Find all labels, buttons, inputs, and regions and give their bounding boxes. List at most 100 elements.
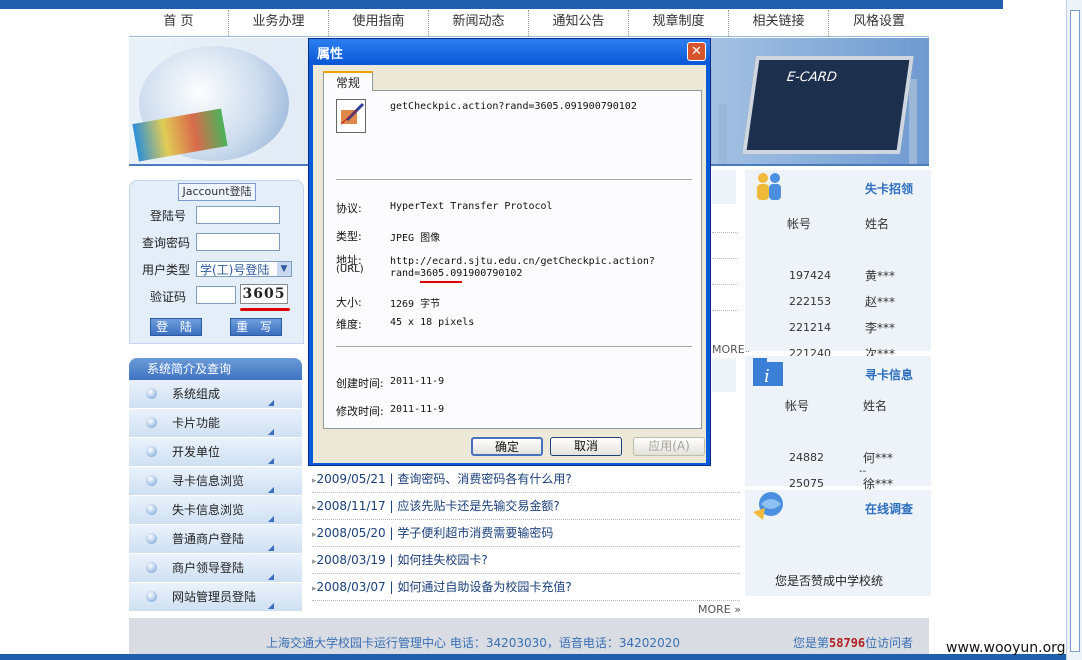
login-button[interactable]: 登 陆: [150, 318, 202, 336]
modified-label: 修改时间:: [336, 405, 384, 418]
list-item[interactable]: ▸2009/05/21 | 查询密码、消费密码各有什么用?: [312, 466, 740, 493]
separator: [336, 179, 692, 181]
news-title[interactable]: 如何挂失校园卡?: [397, 553, 487, 567]
nav-guide[interactable]: 使用指南: [329, 10, 429, 36]
more-indicator: --: [859, 466, 867, 477]
account-input[interactable]: [196, 206, 280, 224]
usertype-select[interactable]: 学(工)号登陆 ▼: [196, 261, 292, 277]
table-row[interactable]: 222153 赵***: [769, 288, 919, 314]
menu-item-label: 失卡信息浏览: [172, 503, 245, 517]
type-value: JPEG 图像: [390, 233, 441, 244]
nav-notices[interactable]: 通知公告: [529, 10, 629, 36]
main-nav: 首 页 业务办理 使用指南 新闻动态 通知公告 规章制度 相关链接 风格设置: [129, 10, 929, 37]
footer-contact: 上海交通大学校园卡运行管理中心 电话：34203030，语音电话：3420202…: [266, 636, 680, 650]
list-item[interactable]: ▸2008/05/20 | 学子便利超市消费需要输密码: [312, 520, 740, 547]
menu-item-label: 寻卡信息浏览: [172, 474, 245, 488]
menu-item[interactable]: 开发单位 ◢: [129, 438, 302, 467]
building-image: [909, 79, 917, 164]
nav-links[interactable]: 相关链接: [729, 10, 829, 36]
bullet-icon: [146, 417, 157, 428]
captcha-input[interactable]: [196, 286, 236, 304]
reset-button[interactable]: 重 写: [230, 318, 282, 336]
table-row[interactable]: 221214 李***: [769, 314, 919, 340]
size-label: 大小:: [336, 296, 362, 309]
scrollbar[interactable]: [1066, 0, 1082, 660]
panel-title: 在线调查: [864, 502, 913, 516]
nav-style[interactable]: 风格设置: [829, 10, 929, 36]
found-cards-panel: i 寻卡信息 帐号 姓名 24882 何*** 25075 徐*** --: [745, 356, 931, 491]
captcha-image[interactable]: 3605: [240, 284, 288, 304]
system-menu: 系统简介及查询 系统组成 ◢ 卡片功能 ◢ 开发单位 ◢ 寻卡信息浏览 ◢ 失卡信息浏览…: [129, 358, 302, 611]
bullet-icon: [146, 504, 157, 515]
bullet-icon: [146, 591, 157, 602]
menu-item[interactable]: 商户领导登陆 ◢: [129, 554, 302, 583]
close-button[interactable]: ✕: [687, 42, 706, 61]
menu-item[interactable]: 失卡信息浏览 ◢: [129, 496, 302, 525]
menu-item[interactable]: 网站管理员登陆 ◢: [129, 583, 302, 611]
dialog-titlebar[interactable]: 属性 ✕: [309, 39, 710, 64]
news-date: 2008/11/17: [316, 499, 386, 513]
menu-item-label: 系统组成: [172, 387, 221, 401]
menu-item[interactable]: 普通商户登陆 ◢: [129, 525, 302, 554]
news-date: 2008/03/19: [316, 553, 386, 567]
dims-label: 维度:: [336, 318, 362, 331]
more-link[interactable]: MORE »: [698, 603, 741, 616]
size-value: 1269 字节: [390, 299, 441, 310]
ok-button[interactable]: 确定: [471, 437, 543, 456]
col-header-account: 帐号: [787, 216, 812, 231]
created-label: 创建时间:: [336, 377, 384, 390]
menu-item-label: 商户领导登陆: [172, 561, 245, 575]
menu-item[interactable]: 卡片功能 ◢: [129, 409, 302, 438]
image-file-icon: [336, 99, 366, 133]
nav-news[interactable]: 新闻动态: [429, 10, 529, 36]
found-cards-table: 帐号 姓名 24882 何*** 25075 徐***: [769, 392, 919, 496]
dialog-title: 属性: [317, 47, 344, 62]
protocol-value: HyperText Transfer Protocol: [390, 201, 553, 212]
cancel-button[interactable]: 取消: [550, 437, 622, 456]
bullet-icon: [146, 533, 157, 544]
list-item[interactable]: ▸2008/03/07 | 如何通过自助设备为校园卡充值?: [312, 574, 740, 601]
people-icon: [757, 173, 781, 200]
address-line-2: rand=3605.091900790102: [390, 268, 523, 279]
visitor-counter: 您是第58796位访问者: [793, 636, 914, 650]
col-header-account: 帐号: [785, 398, 810, 413]
divider: [712, 232, 738, 233]
list-item[interactable]: ▸2008/03/19 | 如何挂失校园卡?: [312, 547, 740, 574]
menu-header: 系统简介及查询: [129, 358, 302, 380]
menu-item[interactable]: 系统组成 ◢: [129, 380, 302, 409]
divider: [712, 284, 738, 285]
news-title[interactable]: 查询密码、消费密码各有什么用?: [397, 472, 571, 486]
bullet-icon: [146, 446, 157, 457]
news-title[interactable]: 学子便利超市消费需要输密码: [397, 526, 553, 540]
apply-button[interactable]: 应用(A): [633, 437, 705, 456]
top-blue-bar: [0, 0, 1003, 9]
lost-cards-table: 帐号 姓名 197424 黄*** 222153 赵*** 221214 李*** 22…: [769, 210, 919, 366]
menu-item-label: 卡片功能: [172, 416, 221, 430]
address-url-label: (URL): [336, 264, 364, 275]
tab-general[interactable]: 常规: [323, 71, 373, 91]
footer: 上海交通大学校园卡运行管理中心 电话：34203030，语音电话：3420202…: [129, 618, 929, 654]
nav-business[interactable]: 业务办理: [229, 10, 329, 36]
nav-rules[interactable]: 规章制度: [629, 10, 729, 36]
news-list: ▸2009/05/21 | 查询密码、消费密码各有什么用? ▸2008/11/1…: [312, 466, 740, 606]
news-title[interactable]: 如何通过自助设备为校园卡充值?: [397, 580, 571, 594]
red-underline-mark: [240, 308, 290, 311]
panel-header: i 寻卡信息: [745, 356, 931, 392]
list-item[interactable]: ▸2008/11/17 | 应该先贴卡还是先输交易金额?: [312, 493, 740, 520]
watermark: www.wooyun.org: [946, 640, 1066, 656]
nav-home[interactable]: 首 页: [129, 10, 229, 36]
news-date: 2008/03/07: [316, 580, 386, 594]
table-row[interactable]: 24882 何***: [769, 444, 919, 470]
news-title[interactable]: 应该先贴卡还是先输交易金额?: [397, 499, 559, 513]
divider: [712, 258, 738, 259]
table-row[interactable]: 197424 黄***: [769, 262, 919, 288]
password-input[interactable]: [196, 233, 280, 251]
chevron-down-icon[interactable]: ▼: [277, 262, 291, 276]
news-date: 2008/05/20: [316, 526, 386, 540]
scrollbar-track[interactable]: [1070, 10, 1080, 652]
bullet-icon: [146, 475, 157, 486]
svg-text:i: i: [764, 366, 770, 387]
menu-item-label: 网站管理员登陆: [172, 590, 257, 604]
usertype-value: 学(工)号登陆: [200, 263, 270, 277]
menu-item[interactable]: 寻卡信息浏览 ◢: [129, 467, 302, 496]
